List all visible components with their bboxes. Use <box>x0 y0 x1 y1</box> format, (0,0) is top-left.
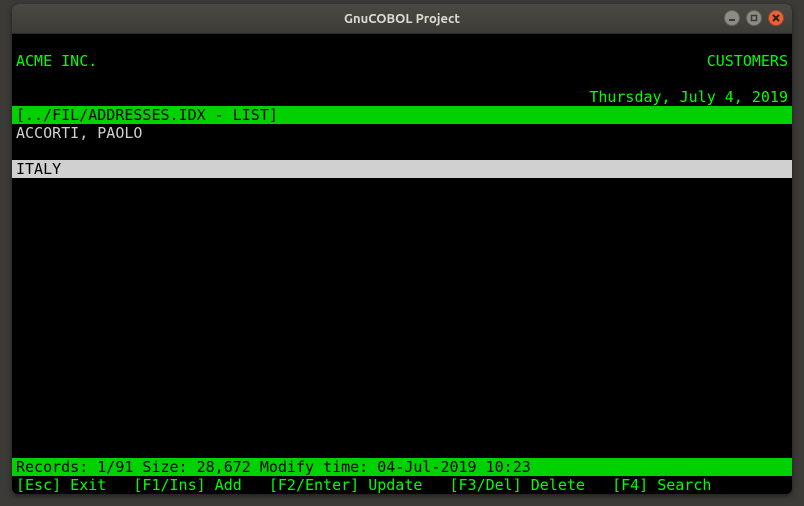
window-controls <box>724 10 784 26</box>
company-name: ACME INC. <box>16 52 97 70</box>
blank-row <box>12 70 792 88</box>
record-country-row: ITALY <box>12 160 792 178</box>
module-name: CUSTOMERS <box>707 52 788 70</box>
record-name: ACCORTI, PAOLO <box>16 124 142 142</box>
main-empty <box>12 178 792 458</box>
status-bar: Records: 1/91 Size: 28,672 Modify time: … <box>12 458 792 476</box>
minimize-icon[interactable] <box>724 10 740 26</box>
status-text: Records: 1/91 Size: 28,672 Modify time: … <box>16 458 531 476</box>
record-name-row: ACCORTI, PAOLO <box>12 124 792 142</box>
blank-row-2 <box>12 142 792 160</box>
terminal-area: ACME INC. CUSTOMERS Thursday, July 4, 20… <box>12 34 792 494</box>
date-row: Thursday, July 4, 2019 <box>12 88 792 106</box>
path-bar: [../FIL/ADDRESSES.IDX - LIST] <box>12 106 792 124</box>
footer-bar: [Esc] Exit [F1/Ins] Add [F2/Enter] Updat… <box>12 476 792 494</box>
date-text: Thursday, July 4, 2019 <box>589 88 788 106</box>
spacer-row <box>12 34 792 52</box>
f2-update-button[interactable]: [F2/Enter] Update <box>269 476 423 494</box>
path-text: [../FIL/ADDRESSES.IDX - LIST] <box>16 106 278 124</box>
record-country: ITALY <box>16 160 61 178</box>
maximize-icon[interactable] <box>746 10 762 26</box>
app-window: GnuCOBOL Project ACME INC. CUSTOMERS Thu… <box>12 4 792 494</box>
esc-exit-button[interactable]: [Esc] Exit <box>16 476 106 494</box>
header-row: ACME INC. CUSTOMERS <box>12 52 792 70</box>
titlebar[interactable]: GnuCOBOL Project <box>12 4 792 34</box>
f3-delete-button[interactable]: [F3/Del] Delete <box>450 476 585 494</box>
f1-add-button[interactable]: [F1/Ins] Add <box>133 476 241 494</box>
f4-search-button[interactable]: [F4] Search <box>612 476 711 494</box>
close-icon[interactable] <box>768 10 784 26</box>
window-title: GnuCOBOL Project <box>344 12 460 26</box>
